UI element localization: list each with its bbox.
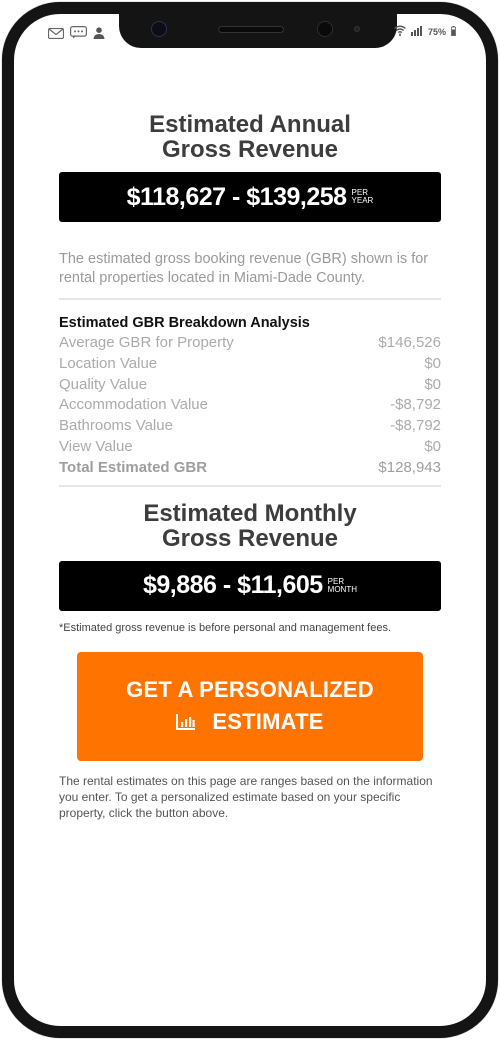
revenue-footnote: *Estimated gross revenue is before perso… — [59, 621, 392, 634]
monthly-heading-line1: Estimated Monthly — [143, 499, 357, 527]
breakdown-value: $0 — [424, 375, 441, 393]
breakdown-row: Accommodation Value -$8,792 — [59, 395, 441, 416]
breakdown-label: Location Value — [59, 354, 158, 372]
monthly-revenue-range: $9,886 - $11,605 — [143, 571, 323, 600]
breakdown-total-row: Total Estimated GBR $128,943 — [59, 458, 441, 479]
year-label: YEAR — [351, 196, 374, 205]
breakdown-value: $146,526 — [378, 334, 441, 351]
estimate-disclaimer: The rental estimates on this page are ra… — [59, 773, 433, 820]
annual-heading-line2: Gross Revenue — [161, 136, 339, 163]
breakdown-title: Estimated GBR Breakdown Analysis — [59, 315, 310, 331]
monthly-period-label: PER MONTH — [327, 577, 357, 594]
section-divider — [59, 484, 441, 487]
breakdown-label: Quality Value — [59, 375, 148, 393]
bar-chart-icon — [176, 714, 196, 731]
monthly-heading-line2: Gross Revenue — [161, 524, 339, 552]
breakdown-label: Accommodation Value — [59, 396, 208, 414]
cta-line2-group: ESTIMATE — [176, 706, 323, 738]
cta-line1: GET A PERSONALIZED — [126, 677, 374, 703]
section-divider — [59, 298, 441, 300]
breakdown-value: $0 — [424, 437, 441, 455]
breakdown-value: -$8,792 — [390, 396, 441, 414]
monthly-revenue-box: $9,886 - $11,605 PER MONTH — [59, 560, 441, 611]
breakdown-label: Average GBR for Property — [59, 334, 234, 351]
breakdown-row: View Value $0 — [59, 437, 441, 458]
gbr-intro-text: The estimated gross booking revenue (GBR… — [59, 251, 429, 286]
month-label: MONTH — [327, 584, 357, 594]
breakdown-row: Quality Value $0 — [59, 375, 441, 396]
annual-heading-line1: Estimated Annual — [149, 111, 351, 138]
gbr-breakdown: Estimated GBR Breakdown Analysis Average… — [59, 313, 441, 479]
annual-revenue-range: $118,627 - $139,258 — [126, 182, 347, 211]
page-content: Estimated Annual Gross Revenue $118,627 … — [14, 14, 486, 821]
cta-line2: ESTIMATE — [212, 709, 324, 735]
annual-period-label: PER YEAR — [352, 189, 374, 205]
get-personalized-estimate-button[interactable]: GET A PERSONALIZED ESTIMATE — [77, 651, 423, 761]
breakdown-label: Bathrooms Value — [59, 417, 173, 435]
annual-revenue-box: $118,627 - $139,258 PER YEAR — [59, 172, 441, 222]
monthly-revenue-heading: Estimated Monthly Gross Revenue — [59, 501, 441, 551]
breakdown-value: -$8,792 — [390, 417, 441, 435]
annual-revenue-heading: Estimated Annual Gross Revenue — [59, 112, 441, 162]
breakdown-value: $0 — [424, 354, 441, 372]
breakdown-total-label: Total Estimated GBR — [59, 458, 208, 476]
breakdown-row: Location Value $0 — [59, 354, 441, 375]
phone-frame: 75% Estimated Annual Gross Revenue $118,… — [2, 2, 498, 1038]
breakdown-total-value: $128,943 — [378, 458, 441, 476]
breakdown-row: Average GBR for Property $146,526 — [59, 333, 441, 354]
breakdown-label: View Value — [59, 437, 133, 455]
breakdown-row: Bathrooms Value -$8,792 — [59, 416, 441, 437]
